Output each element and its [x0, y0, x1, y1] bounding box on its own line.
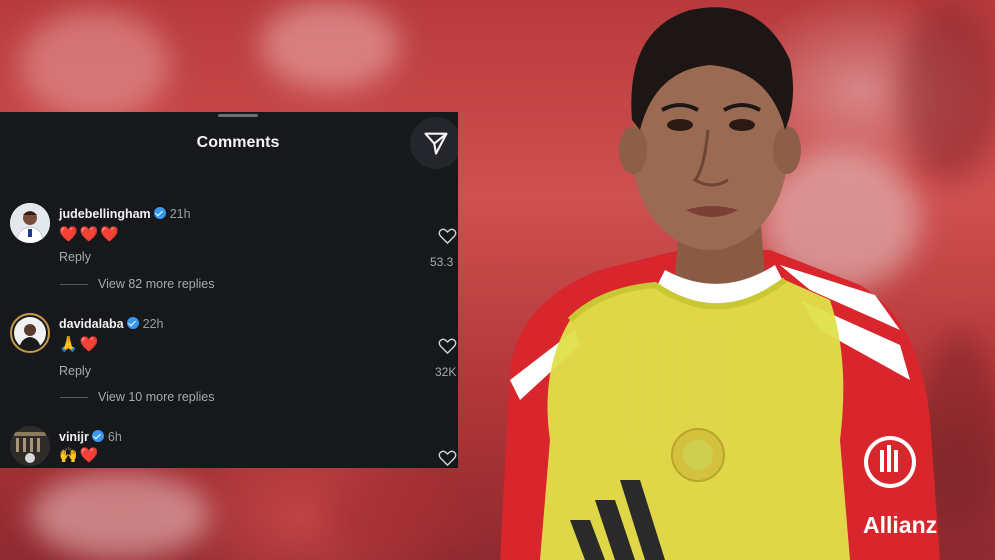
sponsor-text: Allianz	[863, 512, 937, 538]
comments-panel: Comments judebellingham 21h ❤️❤️❤️ Reply …	[0, 112, 458, 468]
comment-time: 6h	[107, 430, 122, 444]
reply-button[interactable]: Reply	[59, 250, 91, 264]
avatar[interactable]	[10, 313, 50, 353]
comment-username[interactable]: judebellingham 21h	[59, 207, 191, 221]
reply-button[interactable]: Reply	[59, 364, 91, 378]
view-replies-button[interactable]: View 82 more replies	[60, 277, 215, 291]
avatar[interactable]	[10, 203, 50, 243]
comment-text: 🙌❤️	[59, 447, 101, 464]
verified-badge-icon	[126, 317, 139, 329]
heart-outline-icon[interactable]	[438, 449, 457, 467]
verified-badge-icon	[91, 430, 104, 442]
drag-handle[interactable]	[218, 114, 258, 117]
avatar[interactable]	[10, 426, 50, 466]
share-button[interactable]	[410, 117, 458, 169]
player-photo: Allianz	[500, 7, 940, 560]
comment-time: 21h	[169, 207, 191, 221]
send-icon	[424, 132, 448, 155]
comment-username[interactable]: davidalaba 22h	[59, 317, 163, 331]
heart-outline-icon[interactable]	[438, 337, 457, 355]
heart-outline-icon[interactable]	[438, 227, 457, 245]
comment-text: ❤️❤️❤️	[59, 226, 122, 243]
comment-time: 22h	[142, 317, 164, 331]
like-count: 53.3	[430, 255, 454, 269]
view-replies-button[interactable]: View 10 more replies	[60, 390, 215, 404]
comment-username[interactable]: vinijr 6h	[59, 430, 122, 444]
comment-text: 🙏❤️	[59, 336, 101, 353]
panel-title: Comments	[196, 134, 280, 151]
like-count: 32K	[435, 365, 457, 379]
verified-badge-icon	[153, 207, 166, 219]
